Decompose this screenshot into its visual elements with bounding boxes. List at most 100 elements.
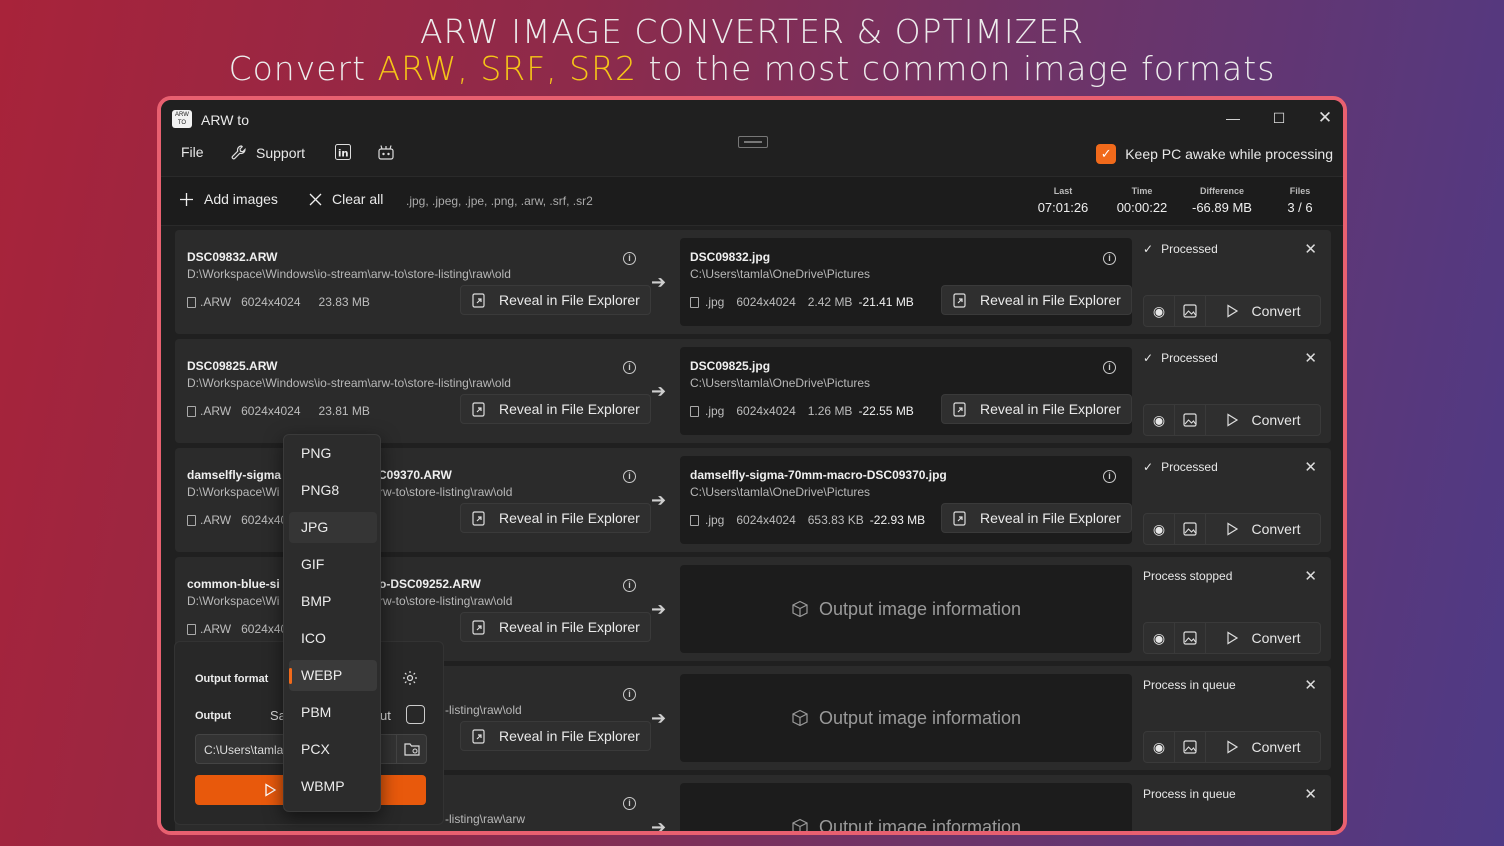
format-option-gif[interactable]: GIF — [289, 549, 377, 580]
convert-button[interactable]: Convert — [1206, 296, 1320, 326]
image-icon[interactable] — [1175, 405, 1206, 435]
format-option-bmp[interactable]: BMP — [289, 586, 377, 617]
output-option-checkbox[interactable] — [406, 705, 425, 724]
remove-row-icon[interactable]: ✕ — [1304, 785, 1317, 803]
stat-difference: Difference -66.89 MB — [1187, 186, 1257, 215]
feedback-button[interactable] — [377, 144, 395, 162]
info-icon[interactable]: i — [623, 797, 636, 810]
remove-row-icon[interactable]: ✕ — [1304, 567, 1317, 585]
file-icon — [187, 623, 196, 635]
reveal-input-button[interactable]: Reveal in File Explorer — [460, 612, 651, 642]
folder-reveal-icon — [472, 620, 485, 635]
output-card: DSC09825.jpg C:\Users\tamla\OneDrive\Pic… — [680, 347, 1132, 435]
output-file-path: C:\Users\tamla\OneDrive\Pictures — [690, 485, 871, 499]
reveal-label: Reveal in File Explorer — [980, 401, 1121, 417]
menu-file[interactable]: File — [181, 144, 204, 160]
input-file-meta: .ARW 6024x40 — [187, 622, 287, 636]
output-placeholder-label: Output image information — [818, 707, 1022, 728]
convert-label: Convert — [1251, 412, 1301, 428]
keep-awake-toggle[interactable]: ✓ Keep PC awake while processing — [1096, 144, 1333, 164]
arrow-right-icon: ➔ — [651, 381, 667, 401]
preview-eye-icon[interactable]: ◉ — [1144, 732, 1175, 762]
convert-label: Convert — [1251, 630, 1301, 646]
image-icon[interactable] — [1175, 623, 1206, 653]
arrow-right-icon: ➔ — [651, 708, 667, 728]
input-file-name-end: C09370.ARW — [378, 468, 452, 482]
format-option-jpg[interactable]: JPG — [289, 512, 377, 543]
stat-label: Time — [1131, 186, 1153, 196]
info-icon[interactable]: i — [1103, 470, 1116, 483]
format-settings-gear-icon[interactable] — [402, 670, 418, 691]
preview-eye-icon[interactable]: ◉ — [1144, 514, 1175, 544]
row-actions: ◉ Convert — [1143, 513, 1321, 545]
clear-all-button[interactable]: Clear all — [309, 191, 383, 207]
file-icon — [690, 514, 699, 526]
info-icon[interactable]: i — [623, 470, 636, 483]
convert-label: Convert — [1251, 303, 1301, 319]
info-icon[interactable]: i — [623, 252, 636, 265]
input-size: 23.81 MB — [318, 404, 370, 418]
image-icon[interactable] — [1175, 296, 1206, 326]
info-icon[interactable]: i — [623, 579, 636, 592]
minimize-icon[interactable]: — — [1211, 106, 1255, 130]
check-icon: ✓ — [1143, 242, 1154, 256]
stat-value: 3 / 6 — [1287, 200, 1313, 215]
preview-eye-icon[interactable]: ◉ — [1144, 296, 1175, 326]
preview-eye-icon[interactable]: ◉ — [1144, 623, 1175, 653]
format-option-png8[interactable]: PNG8 — [289, 475, 377, 506]
file-icon — [690, 405, 699, 417]
convert-button[interactable]: Convert — [1206, 623, 1320, 653]
plus-icon — [180, 192, 193, 206]
folder-icon — [404, 743, 420, 756]
folder-reveal-icon — [472, 511, 485, 526]
reveal-label: Reveal in File Explorer — [499, 292, 640, 308]
menu-support[interactable]: Support — [230, 144, 305, 162]
image-icon[interactable] — [1175, 514, 1206, 544]
browse-folder-button[interactable] — [396, 734, 427, 764]
remove-row-icon[interactable]: ✕ — [1304, 676, 1317, 694]
reveal-input-button[interactable]: Reveal in File Explorer — [460, 721, 651, 751]
input-dimensions: 6024x4024 — [241, 404, 301, 418]
reveal-output-button[interactable]: Reveal in File Explorer — [941, 394, 1132, 424]
image-icon[interactable] — [1175, 732, 1206, 762]
reveal-label: Reveal in File Explorer — [499, 401, 640, 417]
info-icon[interactable]: i — [1103, 361, 1116, 374]
output-file-meta: .jpg 6024x4024 653.83 KB -22.93 MB — [690, 513, 925, 527]
input-file-meta: .ARW 6024x40 — [187, 513, 287, 527]
format-option-pcx[interactable]: PCX — [289, 734, 377, 765]
remove-row-icon[interactable]: ✕ — [1304, 458, 1317, 476]
drag-handle[interactable] — [738, 136, 768, 148]
supported-extensions: .jpg, .jpeg, .jpe, .png, .arw, .srf, .sr… — [406, 194, 593, 208]
status-badge: Process stopped — [1143, 569, 1232, 583]
preview-eye-icon[interactable]: ◉ — [1144, 405, 1175, 435]
close-icon[interactable]: ✕ — [1303, 106, 1343, 130]
remove-row-icon[interactable]: ✕ — [1304, 240, 1317, 258]
reveal-input-button[interactable]: Reveal in File Explorer — [460, 285, 651, 315]
reveal-output-button[interactable]: Reveal in File Explorer — [941, 503, 1132, 533]
remove-row-icon[interactable]: ✕ — [1304, 349, 1317, 367]
format-option-webp[interactable]: WEBP — [289, 660, 377, 691]
keep-awake-checkbox[interactable]: ✓ — [1096, 144, 1117, 164]
info-icon[interactable]: i — [623, 688, 636, 701]
input-size: 23.83 MB — [318, 295, 370, 309]
convert-button[interactable]: Convert — [1206, 514, 1320, 544]
info-icon[interactable]: i — [1103, 252, 1116, 265]
maximize-icon[interactable]: ☐ — [1257, 106, 1301, 130]
convert-button[interactable]: Convert — [1206, 732, 1320, 762]
format-option-png[interactable]: PNG — [289, 438, 377, 469]
format-option-wbmp[interactable]: WBMP — [289, 771, 377, 802]
reveal-output-button[interactable]: Reveal in File Explorer — [941, 285, 1132, 315]
file-row: DSC09832.ARW D:\Workspace\Windows\io-str… — [175, 230, 1331, 334]
format-option-pbm[interactable]: PBM — [289, 697, 377, 728]
info-icon[interactable]: i — [623, 361, 636, 374]
reveal-input-button[interactable]: Reveal in File Explorer — [460, 394, 651, 424]
status-badge: ✓ Processed — [1143, 460, 1218, 474]
arrow-right-icon: ➔ — [651, 599, 667, 619]
reveal-input-button[interactable]: Reveal in File Explorer — [460, 503, 651, 533]
arrow-right-icon: ➔ — [651, 490, 667, 510]
format-option-ico[interactable]: ICO — [289, 623, 377, 654]
linkedin-button[interactable]: in — [335, 144, 351, 160]
add-images-button[interactable]: Add images — [179, 191, 278, 207]
reveal-label: Reveal in File Explorer — [499, 510, 640, 526]
convert-button[interactable]: Convert — [1206, 405, 1320, 435]
